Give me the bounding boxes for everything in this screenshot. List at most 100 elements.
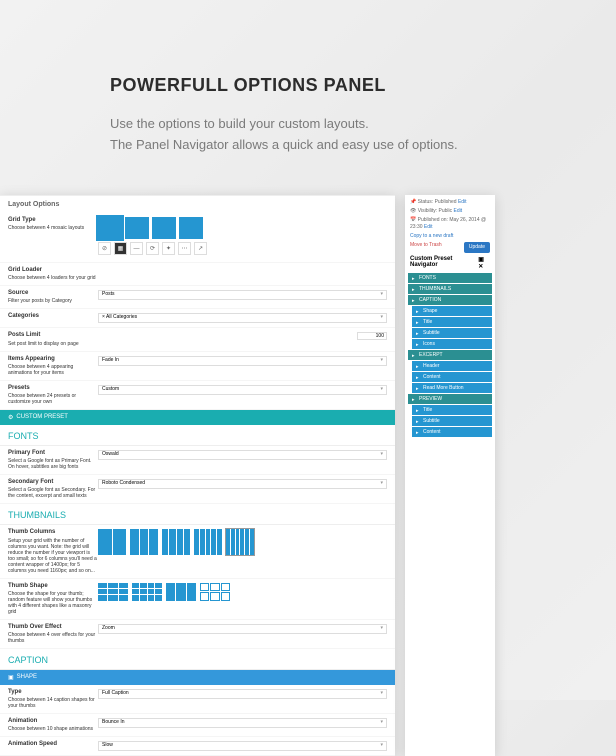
thumb-col-5[interactable] bbox=[194, 529, 222, 555]
thumb-columns-label: Thumb ColumnsSetup your grid with the nu… bbox=[8, 529, 98, 573]
nav-icon: ▸ bbox=[416, 364, 421, 369]
nav-icon: ▸ bbox=[416, 408, 421, 413]
type-label: TypeChoose between 14 caption shapes for… bbox=[8, 689, 98, 709]
animation-label: AnimationChoose between 10 shape animati… bbox=[8, 718, 98, 732]
items-appearing-label: Items AppearingChoose between 4 appearin… bbox=[8, 356, 98, 376]
loader-4[interactable]: ✦ bbox=[162, 242, 175, 255]
animation-speed-label: Animation Speed bbox=[8, 741, 98, 751]
grid-type-option-2[interactable] bbox=[125, 217, 149, 239]
items-appearing-select[interactable]: Fade In bbox=[98, 356, 387, 366]
animation-speed-select[interactable]: Slow bbox=[98, 741, 387, 751]
nav-item-preview[interactable]: ▸PREVIEW bbox=[408, 394, 492, 404]
caption-heading: CAPTION bbox=[0, 649, 395, 670]
categories-select[interactable]: × All Categories bbox=[98, 313, 387, 323]
nav-icon: ▸ bbox=[416, 320, 421, 325]
grid-type-option-1[interactable] bbox=[98, 217, 122, 239]
loader-1[interactable]: ▦ bbox=[114, 242, 127, 255]
grid-type-option-3[interactable] bbox=[152, 217, 176, 239]
thumb-over-label: Thumb Over EffectChoose between 4 over e… bbox=[8, 624, 98, 644]
primary-font-label: Primary FontSelect a Google font as Prim… bbox=[8, 450, 98, 470]
fonts-heading: FONTS bbox=[0, 425, 395, 446]
nav-item-subtitle[interactable]: ▸Subtitle bbox=[412, 328, 492, 338]
shape-icon: ▣ bbox=[8, 674, 14, 681]
nav-item-read-more-button[interactable]: ▸Read More Button bbox=[412, 383, 492, 393]
edit-date-link[interactable]: Edit bbox=[424, 224, 433, 230]
edit-visibility-link[interactable]: Edit bbox=[454, 208, 463, 214]
thumb-col-2[interactable] bbox=[98, 529, 126, 555]
nav-icon: ▸ bbox=[412, 276, 417, 281]
grid-loader-label: Grid LoaderChoose between 4 loaders for … bbox=[8, 267, 98, 281]
thumb-shape-1[interactable] bbox=[98, 583, 128, 601]
nav-icon: ▸ bbox=[412, 353, 417, 358]
nav-item-subtitle[interactable]: ▸Subtitle bbox=[412, 416, 492, 426]
source-label: SourceFilter your posts by Category bbox=[8, 290, 98, 304]
thumb-shape-3[interactable] bbox=[166, 583, 196, 601]
type-select[interactable]: Full Caption bbox=[98, 689, 387, 699]
nav-icon: ▸ bbox=[416, 342, 421, 347]
nav-icon: ▸ bbox=[416, 375, 421, 380]
loader-3[interactable]: ⟳ bbox=[146, 242, 159, 255]
move-trash-link[interactable]: Move to Trash bbox=[410, 242, 442, 248]
thumb-col-3[interactable] bbox=[130, 529, 158, 555]
categories-label: Categories bbox=[8, 313, 98, 323]
preset-navigator-title: Custom Preset Navigator▣ ✕ bbox=[408, 253, 492, 273]
layout-options-heading: Layout Options bbox=[0, 195, 395, 213]
nav-item-icons[interactable]: ▸Icons bbox=[412, 339, 492, 349]
loader-2[interactable]: — bbox=[130, 242, 143, 255]
grid-type-option-4[interactable] bbox=[179, 217, 203, 239]
nav-item-header[interactable]: ▸Header bbox=[412, 361, 492, 371]
secondary-font-label: Secondary FontSelect a Google font as Se… bbox=[8, 479, 98, 499]
thumb-over-select[interactable]: Zoom bbox=[98, 624, 387, 634]
nav-icon: ▸ bbox=[412, 298, 417, 303]
nav-item-shape[interactable]: ▸Shape bbox=[412, 306, 492, 316]
publish-panel: 📌 Status: Published Edit 👁 Visibility: P… bbox=[405, 195, 495, 756]
nav-item-title[interactable]: ▸Title bbox=[412, 317, 492, 327]
page-title: POWERFULL OPTIONS PANEL bbox=[110, 75, 616, 96]
posts-limit-label: Posts LimitSet post limit to display on … bbox=[8, 332, 98, 346]
nav-tools[interactable]: ▣ ✕ bbox=[478, 256, 490, 270]
thumb-col-6[interactable] bbox=[226, 529, 254, 555]
thumb-col-4[interactable] bbox=[162, 529, 190, 555]
nav-icon: ▸ bbox=[416, 331, 421, 336]
thumb-shape-4[interactable] bbox=[200, 583, 230, 601]
loader-none[interactable]: ⊘ bbox=[98, 242, 111, 255]
animation-select[interactable]: Bounce In bbox=[98, 718, 387, 728]
page-subtitle-1: Use the options to build your custom lay… bbox=[110, 114, 616, 135]
source-select[interactable]: Posts bbox=[98, 290, 387, 300]
presets-select[interactable]: Custom bbox=[98, 385, 387, 395]
nav-item-excerpt[interactable]: ▸EXCERPT bbox=[408, 350, 492, 360]
calendar-icon: 📅 bbox=[410, 217, 416, 223]
nav-item-content[interactable]: ▸Content bbox=[412, 372, 492, 382]
thumb-shape-label: Thumb ShapeChoose the shape for your thu… bbox=[8, 583, 98, 615]
primary-font-select[interactable]: Oswald bbox=[98, 450, 387, 460]
options-panel: Layout Options Grid TypeChoose between 4… bbox=[0, 195, 395, 756]
nav-icon: ▸ bbox=[416, 419, 421, 424]
nav-icon: ▸ bbox=[412, 287, 417, 292]
shape-bar[interactable]: ▣SHAPE bbox=[0, 670, 395, 685]
copy-draft-link[interactable]: Copy to a new draft bbox=[410, 233, 453, 239]
pin-icon: 📌 bbox=[410, 199, 416, 205]
gear-icon: ⚙ bbox=[8, 414, 13, 421]
nav-icon: ▸ bbox=[416, 386, 421, 391]
nav-item-thumbnails[interactable]: ▸THUMBNAILS bbox=[408, 284, 492, 294]
nav-icon: ▸ bbox=[416, 430, 421, 435]
nav-item-content[interactable]: ▸Content bbox=[412, 427, 492, 437]
nav-item-title[interactable]: ▸Title bbox=[412, 405, 492, 415]
eye-icon: 👁 bbox=[410, 208, 416, 214]
page-subtitle-2: The Panel Navigator allows a quick and e… bbox=[110, 135, 616, 156]
thumbnails-heading: THUMBNAILS bbox=[0, 504, 395, 525]
edit-status-link[interactable]: Edit bbox=[458, 199, 467, 205]
nav-item-caption[interactable]: ▸CAPTION bbox=[408, 295, 492, 305]
loader-5[interactable]: ⋯ bbox=[178, 242, 191, 255]
grid-type-label: Grid TypeChoose between 4 mosaic layouts bbox=[8, 217, 98, 258]
nav-icon: ▸ bbox=[416, 309, 421, 314]
secondary-font-select[interactable]: Roboto Condensed bbox=[98, 479, 387, 489]
posts-limit-input[interactable]: 100 bbox=[357, 332, 387, 340]
loader-6[interactable]: ↗ bbox=[194, 242, 207, 255]
custom-preset-bar[interactable]: ⚙CUSTOM PRESET bbox=[0, 410, 395, 425]
nav-item-fonts[interactable]: ▸FONTS bbox=[408, 273, 492, 283]
thumb-shape-2[interactable] bbox=[132, 583, 162, 601]
nav-icon: ▸ bbox=[412, 397, 417, 402]
presets-label: PresetsChoose between 24 presets or cust… bbox=[8, 385, 98, 405]
update-button[interactable]: Update bbox=[464, 242, 490, 253]
